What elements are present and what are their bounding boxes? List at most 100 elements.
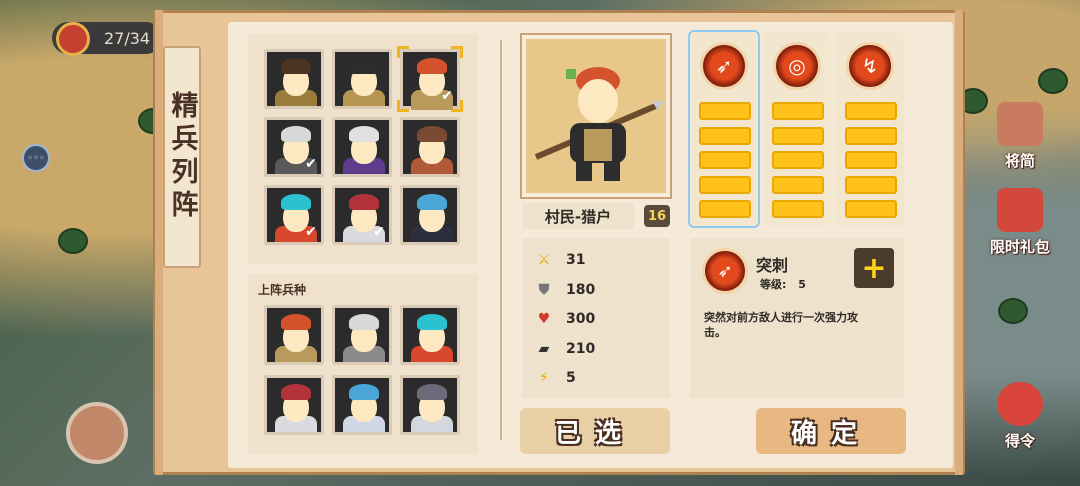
stat-value: 180 bbox=[566, 281, 596, 298]
deployed-hunter-red[interactable] bbox=[264, 305, 324, 365]
whirl-icon[interactable]: ◎ bbox=[773, 42, 821, 90]
deployed-armor-blue[interactable] bbox=[332, 375, 392, 435]
stat-value: 300 bbox=[566, 311, 596, 327]
check-icon: ✔ bbox=[305, 156, 317, 172]
roster-unit-hunter-dark[interactable] bbox=[332, 49, 392, 109]
stat-value: 5 bbox=[566, 370, 576, 386]
counter-text: 27/34 bbox=[104, 28, 151, 48]
stat-row: ▰ 210 bbox=[534, 339, 596, 359]
tree bbox=[60, 230, 86, 252]
confirm-button-label: 确定 bbox=[790, 418, 871, 449]
roster-unit-mage-violet[interactable] bbox=[332, 117, 392, 177]
skill-level-bar bbox=[772, 151, 824, 169]
spear-thrust-icon[interactable]: ➶ bbox=[700, 42, 748, 90]
unit-hair bbox=[281, 126, 311, 142]
roster-grid: ✔ ✔ ✔ ✔ bbox=[264, 46, 463, 245]
roster-unit-hunter-brown[interactable] bbox=[264, 49, 324, 109]
deployed-armor-dark[interactable] bbox=[400, 375, 460, 435]
roster-unit-armor-red[interactable]: ✔ bbox=[332, 185, 392, 245]
skill-level-bar bbox=[772, 102, 824, 120]
skill-level-bar bbox=[845, 151, 897, 169]
confirm-button[interactable]: 确定 bbox=[756, 408, 906, 454]
stat-value: 31 bbox=[566, 252, 586, 268]
unit-hair bbox=[349, 314, 379, 330]
deployed-dragon-cyan[interactable] bbox=[400, 305, 460, 365]
skill-level-bar bbox=[772, 175, 824, 194]
heart-icon: ♥ bbox=[537, 311, 551, 327]
unit-name-text: 村民-猎户 bbox=[544, 207, 612, 226]
deployed-armor-red[interactable] bbox=[264, 375, 324, 435]
deployed-grid bbox=[264, 305, 460, 435]
panel-rail-left bbox=[155, 10, 163, 475]
skill-column[interactable]: ↯ bbox=[836, 32, 904, 226]
deployed-knight-silver[interactable] bbox=[332, 305, 392, 365]
menu-deling[interactable]: 得令 bbox=[960, 382, 1080, 451]
unit-hair bbox=[281, 384, 311, 400]
shield-icon: ⛊ bbox=[538, 281, 550, 298]
selected-button[interactable]: 已选 bbox=[520, 408, 670, 454]
scroll-icon bbox=[997, 102, 1043, 146]
menu-jiangjian[interactable]: 将简 bbox=[960, 102, 1080, 171]
menu-label: 限时礼包 bbox=[989, 238, 1050, 256]
stats-box: ⚔ 31 ⛊ 180 ♥ 300 ▰ 210 ⚡ 5 bbox=[522, 238, 670, 398]
stat-row: ⚔ 31 bbox=[534, 250, 586, 270]
unit-hair bbox=[417, 314, 447, 330]
unit-hair bbox=[417, 194, 447, 210]
stat-row: ♥ 300 bbox=[534, 309, 596, 329]
skill-level-bar bbox=[699, 126, 751, 145]
check-icon: ✔ bbox=[373, 224, 385, 240]
skill-column[interactable]: ◎ bbox=[763, 32, 831, 226]
skill-name: 突刺 bbox=[756, 256, 789, 275]
unit-level-badge: 16 bbox=[644, 205, 670, 227]
unit-portrait bbox=[522, 35, 670, 197]
side-title: 精兵列阵 bbox=[163, 46, 201, 268]
menu-label: 将简 bbox=[1004, 152, 1035, 170]
stat-value: 210 bbox=[566, 340, 596, 357]
selection-corner bbox=[451, 46, 463, 58]
stat-row: ⛊ 180 bbox=[534, 280, 595, 300]
selection-corner bbox=[397, 46, 409, 58]
skill-level-bar bbox=[772, 200, 824, 218]
skill-level-bar bbox=[699, 175, 751, 194]
skill-description: 突然对前方敌人进行一次强力攻击。 bbox=[704, 311, 858, 339]
skill-level-value: 5 bbox=[798, 278, 806, 291]
unit-hair bbox=[349, 126, 379, 142]
roster-unit-dragon-cyan[interactable]: ✔ bbox=[264, 185, 324, 245]
check-icon: ✔ bbox=[305, 224, 317, 240]
skill-level-bar bbox=[845, 200, 897, 218]
unit-level-text: 16 bbox=[647, 208, 667, 224]
skill-level-bar bbox=[845, 175, 897, 194]
unit-hair bbox=[281, 194, 311, 210]
unit-hair bbox=[417, 58, 447, 74]
boot-icon: ▰ bbox=[538, 340, 550, 357]
spear-thrust-icon: ➶ bbox=[702, 248, 748, 294]
hunter-figure-icon bbox=[534, 67, 664, 181]
unit-hair bbox=[417, 126, 447, 142]
menu-button[interactable]: ◦◦◦ bbox=[22, 144, 50, 172]
selection-corner bbox=[397, 100, 409, 112]
menu-gift-pack[interactable]: 限时礼包 bbox=[960, 188, 1080, 257]
skill-level-bar bbox=[845, 126, 897, 145]
roster-unit-cart-wheel[interactable] bbox=[400, 117, 460, 177]
seal-icon bbox=[997, 382, 1043, 426]
skill-level-bar bbox=[699, 200, 751, 218]
divider bbox=[500, 40, 502, 440]
skill-column[interactable]: ➶ bbox=[690, 32, 758, 226]
joystick-control[interactable] bbox=[66, 402, 128, 464]
skill-level-bar bbox=[699, 151, 751, 169]
upgrade-plus-button[interactable]: + bbox=[854, 248, 894, 288]
roster-unit-hunter-red[interactable]: ✔ bbox=[397, 46, 463, 112]
counter-badge-icon bbox=[56, 22, 90, 56]
unit-hair bbox=[281, 314, 311, 330]
panel-rail-right bbox=[955, 10, 963, 475]
roster-unit-armor-blue[interactable] bbox=[400, 185, 460, 245]
right-menu: 将简 限时礼包 得令 bbox=[960, 10, 1080, 486]
lightning-spear-icon[interactable]: ↯ bbox=[846, 42, 894, 90]
selected-button-label: 已选 bbox=[554, 418, 635, 449]
gift-icon bbox=[997, 188, 1043, 232]
skill-level-bar bbox=[845, 102, 897, 120]
roster-unit-knight-silver[interactable]: ✔ bbox=[264, 117, 324, 177]
selection-corner bbox=[451, 100, 463, 112]
lightning-icon: ⚡ bbox=[539, 370, 549, 386]
unit-hair bbox=[349, 194, 379, 210]
